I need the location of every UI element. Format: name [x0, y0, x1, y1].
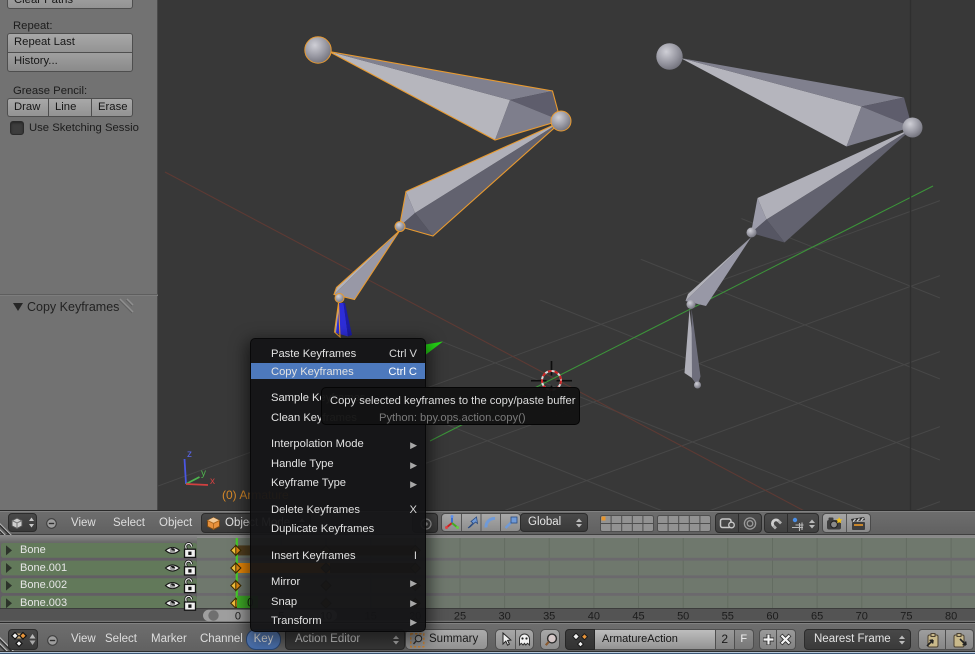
- svg-text:55: 55: [722, 611, 734, 623]
- svg-text:z: z: [187, 449, 192, 460]
- svg-text:x: x: [210, 476, 215, 487]
- svg-text:60: 60: [766, 611, 778, 623]
- svg-text:50: 50: [677, 611, 689, 623]
- svg-text:45: 45: [632, 611, 644, 623]
- svg-text:80: 80: [945, 611, 957, 623]
- svg-text:30: 30: [498, 611, 510, 623]
- svg-text:35: 35: [543, 611, 555, 623]
- svg-text:40: 40: [588, 611, 600, 623]
- svg-text:65: 65: [811, 611, 823, 623]
- svg-text:75: 75: [900, 611, 912, 623]
- svg-text:25: 25: [454, 611, 466, 623]
- svg-text:y: y: [201, 468, 206, 479]
- svg-text:0: 0: [235, 611, 241, 623]
- svg-text:70: 70: [856, 611, 868, 623]
